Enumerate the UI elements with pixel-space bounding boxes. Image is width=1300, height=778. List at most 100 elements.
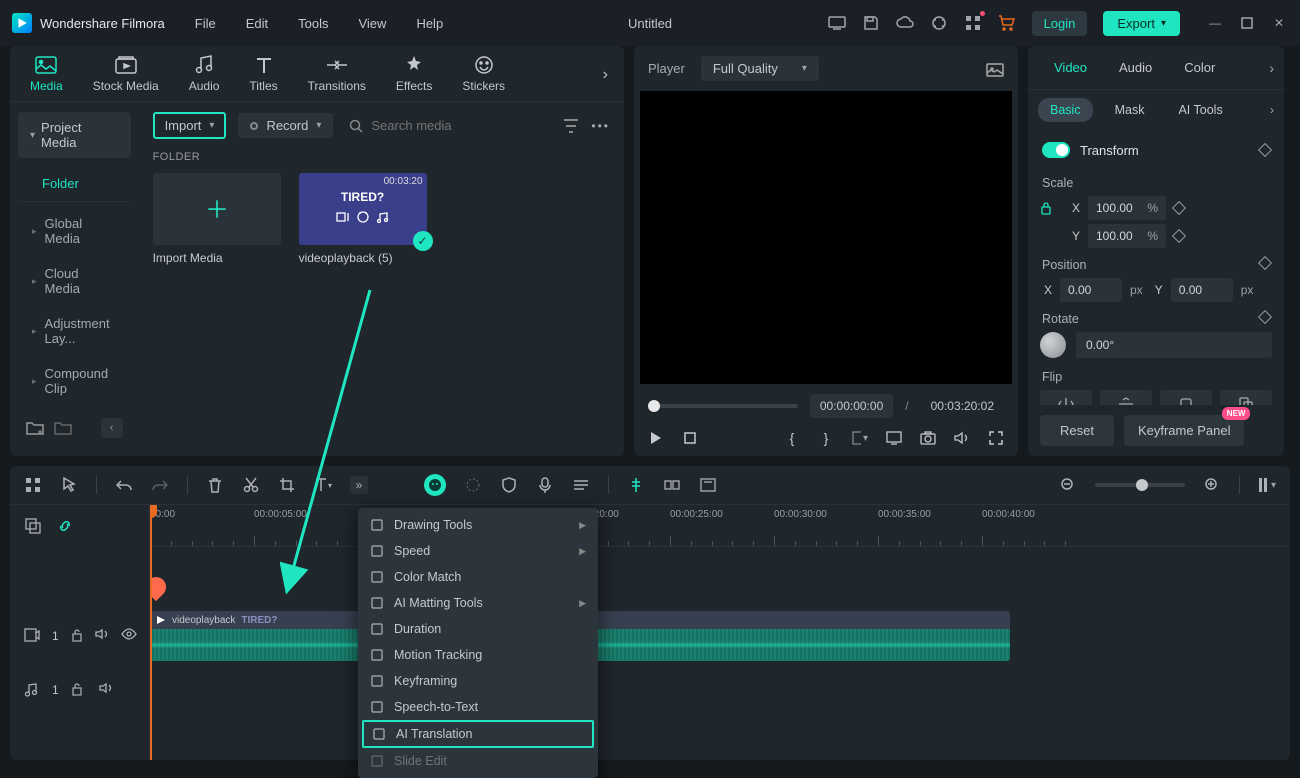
ctx-item-keyframing[interactable]: Keyframing [358, 668, 598, 694]
crop-icon[interactable] [278, 476, 296, 494]
camera-icon[interactable] [920, 430, 936, 446]
ctx-item-speed[interactable]: Speed▶ [358, 538, 598, 564]
redo-icon[interactable] [151, 476, 169, 494]
rotate-input[interactable]: 0.00° [1076, 332, 1272, 358]
login-button[interactable]: Login [1032, 11, 1088, 36]
reset-button[interactable]: Reset [1040, 415, 1114, 446]
zoom-slider[interactable] [1095, 483, 1185, 487]
menu-help[interactable]: Help [416, 16, 443, 31]
new-folder-icon[interactable] [26, 420, 44, 436]
support-icon[interactable] [930, 14, 948, 32]
scrub-bar[interactable] [648, 404, 798, 408]
prop-tab-color[interactable]: Color [1168, 46, 1231, 89]
folder-tab[interactable]: Folder [18, 166, 131, 202]
timeline-view-icon[interactable]: ▾ [1258, 476, 1276, 494]
delete-icon[interactable] [206, 476, 224, 494]
prop-tab-video[interactable]: Video [1038, 46, 1103, 89]
mic-icon[interactable] [536, 476, 554, 494]
import-media-card[interactable]: Import Media [153, 173, 281, 265]
tab-stickers[interactable]: Stickers [462, 54, 505, 101]
pos-y-input[interactable]: 0.00 [1171, 278, 1233, 302]
project-media-section[interactable]: ▾ Project Media [18, 112, 131, 158]
mute-track-icon[interactable] [99, 682, 115, 698]
lock-icon[interactable] [1040, 201, 1052, 215]
more-tabs-icon[interactable]: › [1269, 60, 1274, 76]
ctx-item-duration[interactable]: Duration [358, 616, 598, 642]
tab-audio[interactable]: Audio [189, 54, 220, 101]
record-button[interactable]: Record ▾ [238, 113, 333, 138]
visibility-icon[interactable] [121, 628, 137, 644]
tab-transitions[interactable]: Transitions [308, 54, 366, 101]
mute-track-icon[interactable] [95, 628, 109, 644]
subtab-aitools[interactable]: AI Tools [1166, 98, 1234, 122]
marker-pin-icon[interactable] [150, 573, 170, 601]
marker-icon[interactable] [627, 476, 645, 494]
grid-icon[interactable] [24, 476, 42, 494]
track-layers-icon[interactable] [24, 517, 42, 535]
menu-view[interactable]: View [358, 16, 386, 31]
pos-x-input[interactable]: 0.00 [1060, 278, 1122, 302]
frame-icon[interactable] [699, 476, 717, 494]
minimize-icon[interactable]: — [1206, 14, 1224, 32]
ctx-item-ai-matting-tools[interactable]: AI Matting Tools▶ [358, 590, 598, 616]
tab-stock-media[interactable]: Stock Media [93, 54, 159, 101]
preview-viewport[interactable] [640, 91, 1012, 384]
display-icon[interactable] [886, 430, 902, 446]
export-button[interactable]: Export ▾ [1103, 11, 1180, 36]
subtab-basic[interactable]: Basic [1038, 98, 1093, 122]
sidebar-item-cloud[interactable]: Cloud Media [18, 256, 131, 306]
lock-track-icon[interactable] [71, 682, 87, 698]
tab-titles[interactable]: Titles [249, 54, 277, 101]
mark-out-icon[interactable]: } [818, 430, 834, 446]
ctx-item-speech-to-text[interactable]: Speech-to-Text [358, 694, 598, 720]
ctx-item-motion-tracking[interactable]: Motion Tracking [358, 642, 598, 668]
video-track-lane[interactable]: videoplayback TIRED? [150, 607, 1290, 665]
ctx-item-ai-translation[interactable]: AI Translation [362, 720, 594, 748]
quality-dropdown[interactable]: Full Quality ▾ [701, 56, 819, 81]
stop-icon[interactable] [682, 430, 698, 446]
snapshot-icon[interactable] [986, 61, 1004, 77]
lock-track-icon[interactable] [71, 628, 83, 644]
split-icon[interactable] [663, 476, 681, 494]
search-input[interactable] [371, 118, 547, 133]
keyframe-icon[interactable] [1172, 201, 1186, 215]
ai-icon[interactable] [424, 474, 446, 496]
collapse-sidebar-icon[interactable]: ‹ [101, 418, 123, 438]
more-tabs-icon[interactable]: › [603, 66, 608, 84]
keyframe-panel-button[interactable]: Keyframe Panel NEW [1124, 415, 1245, 446]
scale-x-input[interactable]: 100.00% [1088, 196, 1166, 220]
sidebar-item-adjustment[interactable]: Adjustment Lay... [18, 306, 131, 356]
menu-file[interactable]: File [195, 16, 216, 31]
volume-icon[interactable] [954, 430, 970, 446]
link-icon[interactable] [56, 517, 74, 535]
aspect-icon[interactable]: ▾ [852, 430, 868, 446]
save-icon[interactable] [862, 14, 880, 32]
flip-vertical-button[interactable] [1100, 390, 1152, 405]
flip-option4-button[interactable] [1220, 390, 1272, 405]
ctx-item-color-match[interactable]: Color Match [358, 564, 598, 590]
apps-icon[interactable] [964, 14, 982, 32]
folder-icon[interactable] [54, 420, 72, 436]
maximize-icon[interactable] [1238, 14, 1256, 32]
scale-y-input[interactable]: 100.00% [1088, 224, 1166, 248]
mark-in-icon[interactable]: { [784, 430, 800, 446]
filter-icon[interactable] [563, 118, 579, 134]
keyframe-icon[interactable] [1258, 256, 1272, 270]
timeline-tracks[interactable]: 00:0000:00:05:0000:00:10:0000:00:15:0000… [150, 505, 1290, 760]
rotate-knob[interactable] [1040, 332, 1066, 358]
menu-edit[interactable]: Edit [246, 16, 268, 31]
sidebar-item-global[interactable]: Global Media [18, 206, 131, 256]
play-icon[interactable] [648, 430, 664, 446]
cut-icon[interactable] [242, 476, 260, 494]
ctx-item-drawing-tools[interactable]: Drawing Tools▶ [358, 512, 598, 538]
effects-tool-icon[interactable] [464, 476, 482, 494]
undo-icon[interactable] [115, 476, 133, 494]
keyframe-icon[interactable] [1258, 310, 1272, 324]
flip-horizontal-button[interactable] [1040, 390, 1092, 405]
more-icon[interactable]: ••• [591, 119, 610, 133]
prop-tab-audio[interactable]: Audio [1103, 46, 1168, 89]
playhead[interactable] [150, 505, 152, 760]
transform-toggle[interactable] [1042, 142, 1070, 158]
more-subtabs-icon[interactable]: › [1270, 103, 1274, 117]
device-icon[interactable] [828, 14, 846, 32]
